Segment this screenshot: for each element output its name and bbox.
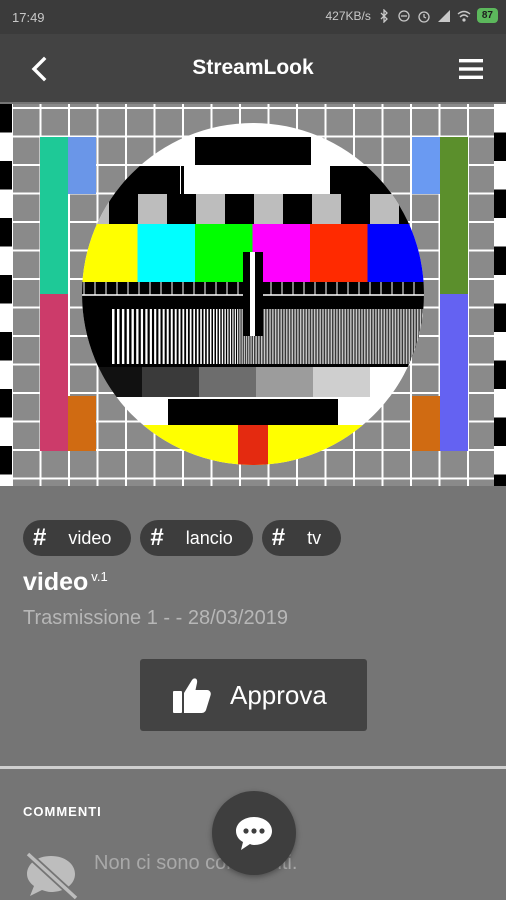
tag-chip[interactable]: # lancio	[140, 520, 253, 556]
status-time: 17:49	[12, 10, 45, 25]
tag-label: lancio	[185, 527, 233, 548]
alarm-icon	[418, 10, 430, 23]
test-card-thumbnail	[0, 104, 506, 486]
chat-bubble-icon	[236, 817, 272, 850]
tag-list: # video # lancio # tv	[23, 520, 342, 556]
tag-chip[interactable]: # video	[23, 520, 132, 556]
video-subtitle: Trasmissione 1 - - 28/03/2019	[23, 607, 288, 629]
video-player[interactable]	[0, 104, 506, 486]
bluetooth-icon	[380, 8, 388, 23]
chat-fab-button[interactable]	[212, 791, 296, 875]
hash-icon: #	[33, 524, 47, 551]
app-title: StreamLook	[192, 56, 314, 79]
comments-heading: COMMENTI	[23, 804, 102, 819]
approve-button[interactable]: Approva	[140, 659, 367, 731]
signal-icon	[437, 9, 450, 22]
thumbs-up-icon	[173, 678, 211, 713]
status-bar: 17:49 427KB/s 87	[0, 0, 506, 34]
do-not-disturb-icon	[398, 9, 410, 22]
status-icons: 427KB/s 87	[325, 8, 498, 23]
hash-icon: #	[271, 524, 286, 551]
tag-chip[interactable]: # tv	[261, 520, 342, 556]
app-bar: StreamLook	[0, 34, 506, 102]
hash-icon: #	[150, 524, 164, 551]
tag-label: tv	[307, 527, 322, 548]
section-divider	[0, 766, 506, 769]
version-label: v.1	[91, 568, 108, 584]
wifi-icon	[457, 10, 471, 22]
comment-off-icon	[25, 851, 79, 900]
hamburger-menu-icon[interactable]	[456, 54, 486, 84]
video-title-text: video	[23, 568, 89, 596]
network-speed: 427KB/s	[325, 8, 371, 23]
battery-indicator: 87	[476, 8, 498, 23]
tag-label: video	[68, 527, 112, 548]
video-title: video v.1	[23, 568, 108, 597]
approve-label: Approva	[230, 679, 327, 710]
